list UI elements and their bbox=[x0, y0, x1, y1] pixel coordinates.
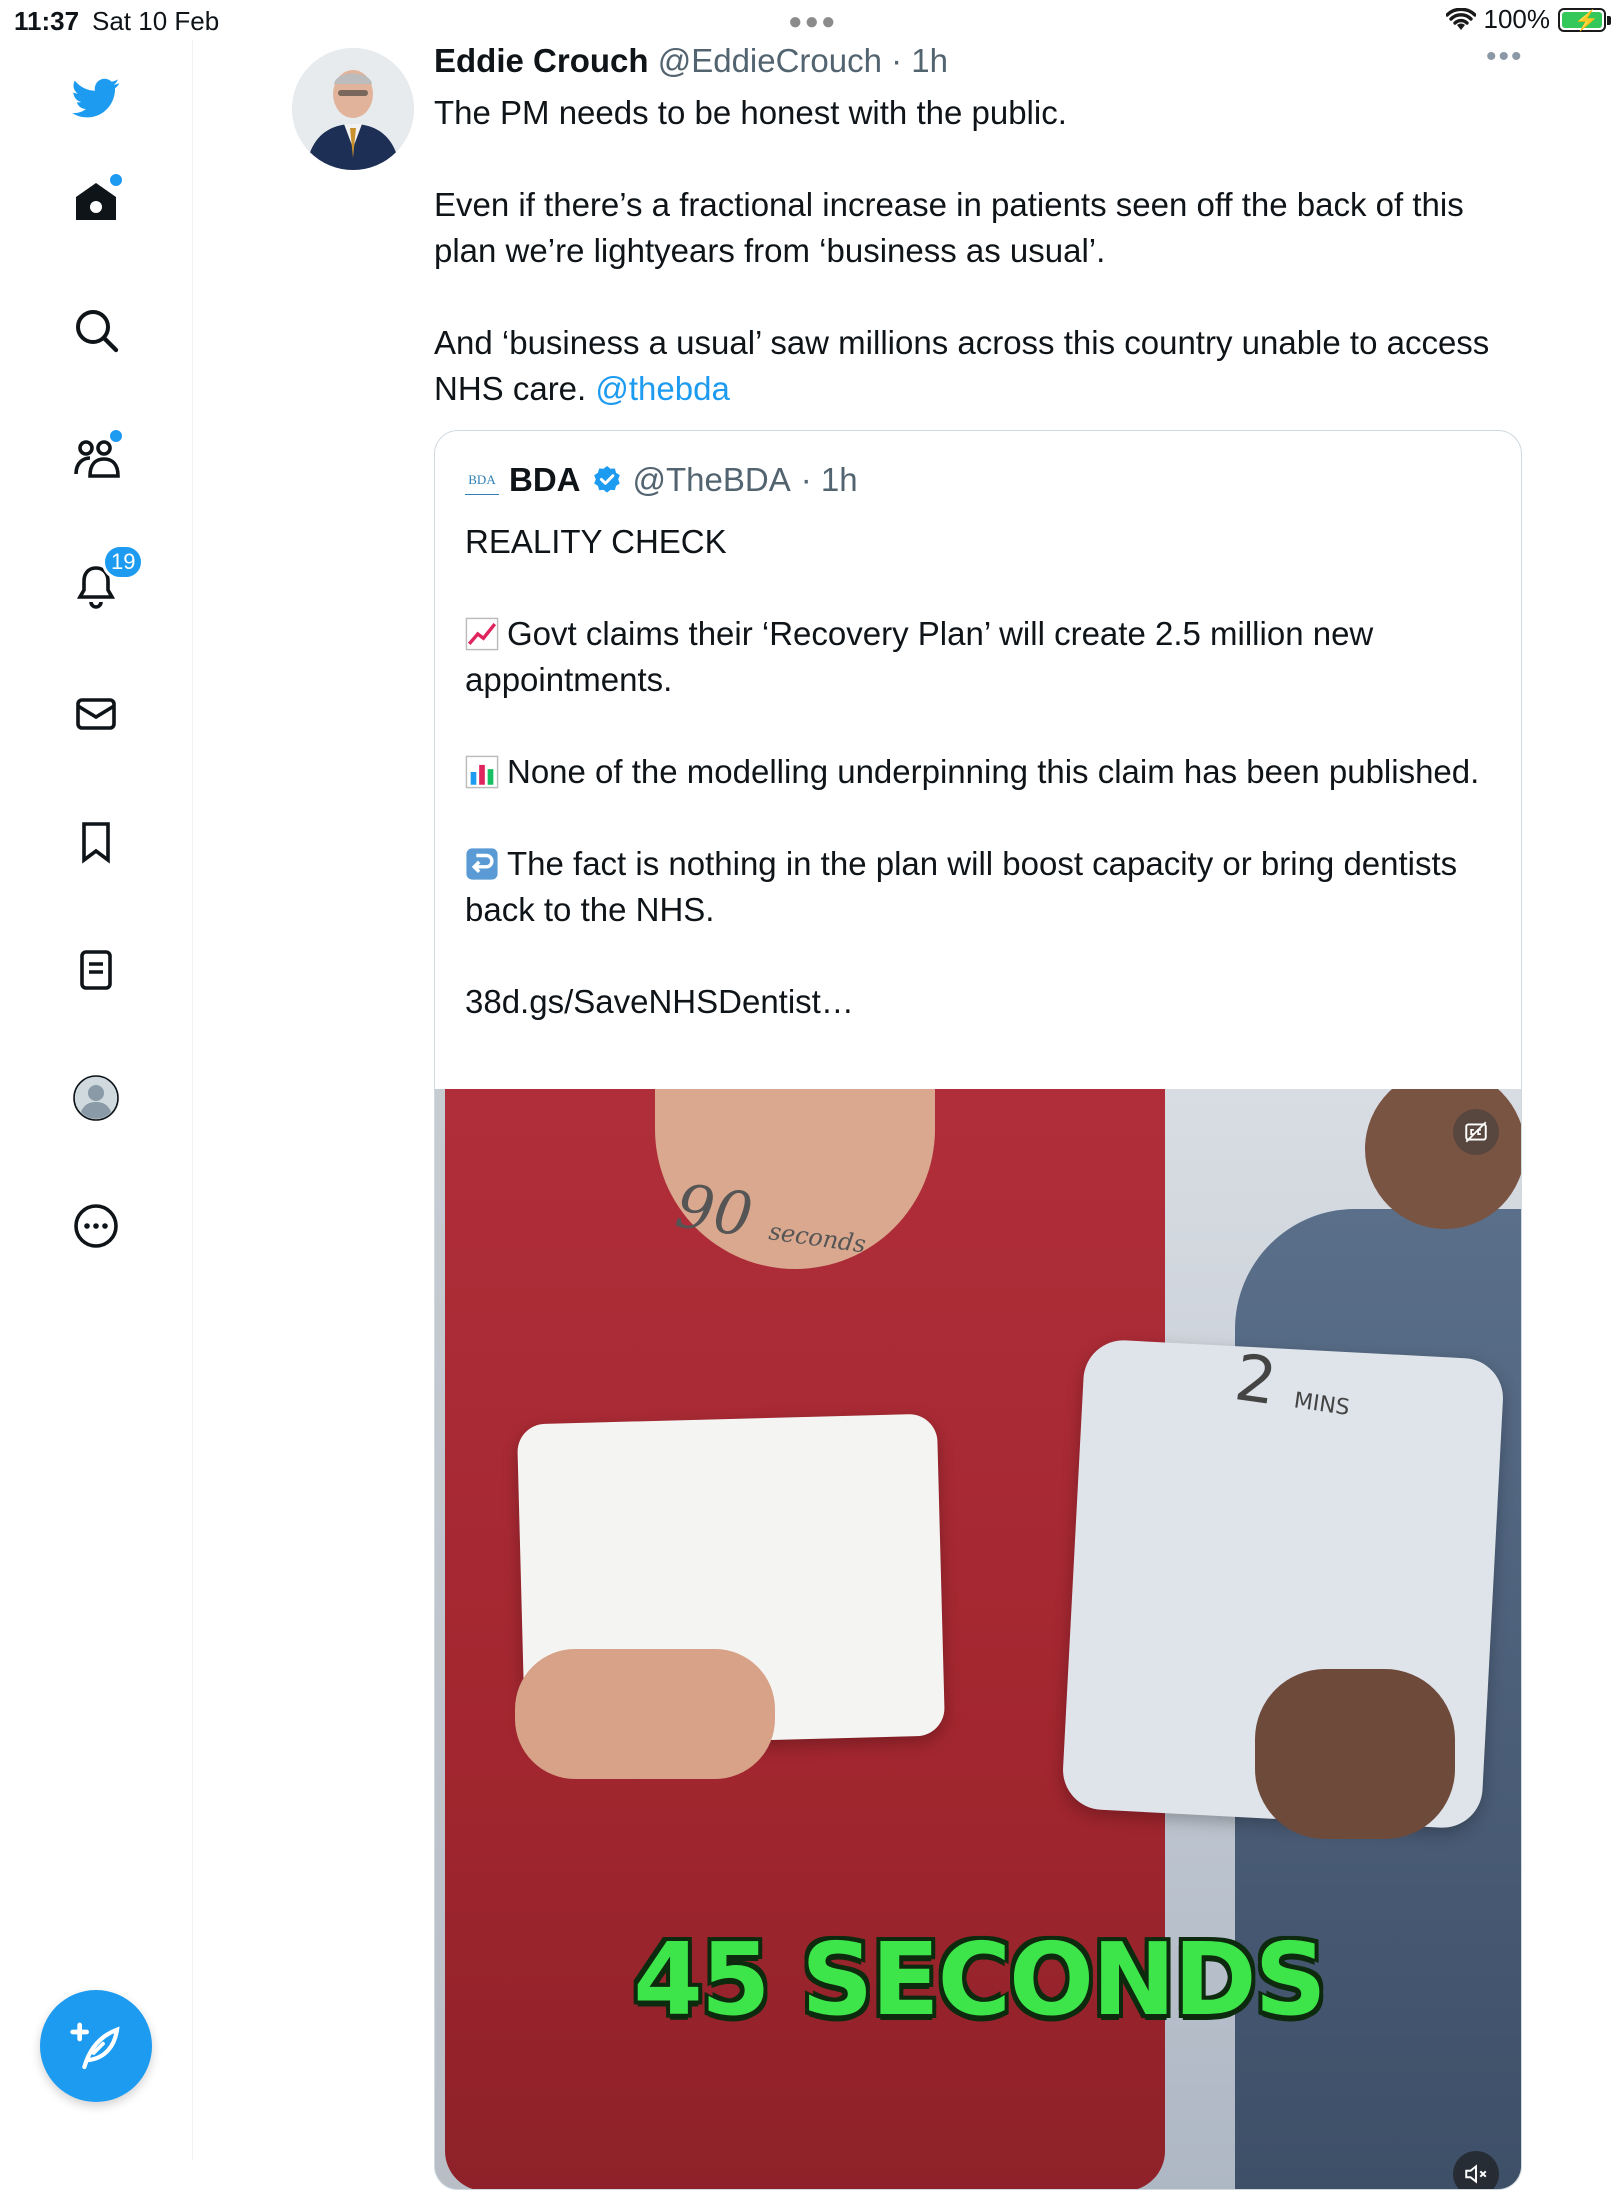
compose-feather-icon bbox=[70, 2022, 120, 2070]
lists-icon bbox=[80, 950, 112, 990]
bar-chart-emoji-icon bbox=[465, 755, 499, 789]
return-arrow-emoji-icon bbox=[466, 848, 498, 880]
battery-percent: 100% bbox=[1483, 4, 1551, 34]
tweet-time[interactable]: · 1h bbox=[882, 42, 948, 79]
search-icon bbox=[76, 310, 119, 353]
quoted-author-name: BDA bbox=[509, 461, 581, 498]
status-time: 11:37 bbox=[14, 6, 80, 36]
nav-notifications[interactable]: 19 bbox=[64, 544, 145, 618]
video-player[interactable]: 90 seconds 2 MINS 45 SECONDS bbox=[435, 1089, 1521, 2189]
bookmark-icon bbox=[82, 822, 110, 864]
nav-explore[interactable] bbox=[64, 298, 128, 362]
tweet-paragraph: Even if there’s a fractional increase in… bbox=[434, 186, 1464, 269]
mail-icon bbox=[76, 698, 116, 730]
nav-bookmarks[interactable] bbox=[64, 810, 128, 874]
home-unread-dot bbox=[108, 172, 124, 188]
video-caption: 45 SECONDS bbox=[633, 1921, 1326, 2038]
mention-link[interactable]: @thebda bbox=[595, 370, 729, 407]
quoted-paragraph: None of the modelling underpinning this … bbox=[465, 749, 1495, 795]
status-bar: 11:37 Sat 10 Feb ●●● 100% ⚡ bbox=[0, 0, 1620, 40]
nav-home[interactable] bbox=[64, 170, 128, 234]
quoted-paragraph: REALITY CHECK bbox=[465, 523, 727, 560]
quoted-paragraph: The fact is nothing in the plan will boo… bbox=[465, 845, 1458, 928]
quoted-tweet-time: · 1h bbox=[800, 461, 858, 498]
chart-increasing-emoji-icon bbox=[465, 617, 499, 651]
nav-profile[interactable] bbox=[64, 1066, 128, 1130]
tweet-more-icon[interactable]: ••• bbox=[1486, 40, 1524, 74]
hand-right bbox=[1255, 1669, 1455, 1839]
status-date: Sat 10 Feb bbox=[92, 6, 220, 36]
tweet-text: The PM needs to be honest with the publi… bbox=[434, 90, 1534, 412]
author-avatar[interactable] bbox=[292, 48, 414, 170]
more-circle-icon bbox=[74, 1204, 118, 1248]
quoted-paragraph: Govt claims their ‘Recovery Plan’ will c… bbox=[465, 615, 1374, 698]
nav-communities[interactable] bbox=[64, 426, 128, 490]
quoted-author-handle: @TheBDA bbox=[632, 461, 791, 498]
communities-unread-dot bbox=[108, 428, 124, 444]
status-right: 100% ⚡ bbox=[1445, 4, 1611, 35]
tweet-header: Eddie Crouch @EddieCrouch · 1h bbox=[434, 42, 948, 80]
author-handle[interactable]: @EddieCrouch bbox=[658, 42, 882, 79]
bda-logo: BDA bbox=[465, 466, 499, 495]
mute-button[interactable] bbox=[1453, 2151, 1499, 2189]
speaker-muted-icon bbox=[1465, 2164, 1487, 2184]
quoted-tweet-header: BDA BDA @TheBDA · 1h bbox=[465, 461, 858, 499]
wifi-icon bbox=[1445, 7, 1476, 30]
twitter-logo-icon[interactable] bbox=[64, 66, 128, 130]
quoted-tweet-card[interactable]: BDA BDA @TheBDA · 1h REALITY CHECK Govt … bbox=[434, 430, 1522, 2190]
profile-avatar-icon bbox=[73, 1075, 119, 1121]
nav-messages[interactable] bbox=[64, 682, 128, 746]
hand-left bbox=[515, 1649, 775, 1779]
notifications-badge: 19 bbox=[102, 544, 145, 580]
multitasking-dots-icon[interactable]: ●●● bbox=[788, 8, 838, 36]
quoted-link[interactable]: 38d.gs/SaveNHSDentist… bbox=[465, 979, 1495, 1025]
nav-more[interactable] bbox=[64, 1194, 128, 1258]
compose-tweet-button[interactable] bbox=[40, 1990, 152, 2102]
captions-button[interactable] bbox=[1453, 1109, 1499, 1155]
tweet-paragraph: The PM needs to be honest with the publi… bbox=[434, 94, 1067, 131]
quoted-tweet-text: REALITY CHECK Govt claims their ‘Recover… bbox=[465, 519, 1495, 1025]
verified-badge-icon bbox=[593, 466, 620, 493]
author-name[interactable]: Eddie Crouch bbox=[434, 42, 649, 79]
sidebar-nav: 19 bbox=[0, 40, 193, 2160]
battery-icon: ⚡ bbox=[1558, 7, 1611, 32]
nav-lists[interactable] bbox=[64, 938, 128, 1002]
captions-icon bbox=[1465, 1121, 1487, 1143]
tweet-paragraph: And ‘business a usual’ saw millions acro… bbox=[434, 324, 1490, 407]
